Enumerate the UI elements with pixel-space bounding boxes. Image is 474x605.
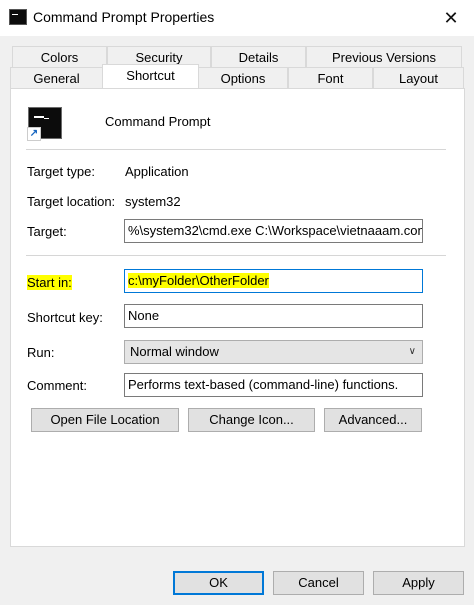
tab-general[interactable]: General <box>10 67 103 88</box>
tab-options[interactable]: Options <box>198 67 288 88</box>
title-bar: Command Prompt Properties ✕ <box>0 0 474 36</box>
run-select-value: Normal window <box>130 344 219 359</box>
shortcut-name: Command Prompt <box>105 114 211 129</box>
comment-label: Comment: <box>27 378 87 393</box>
shortcut-icon: ↗ <box>27 107 62 141</box>
shortcut-arrow-icon: ↗ <box>27 127 41 141</box>
change-icon-button[interactable]: Change Icon... <box>188 408 315 432</box>
command-prompt-app-icon <box>9 9 27 25</box>
target-type-value: Application <box>125 164 189 179</box>
tab-colors[interactable]: Colors <box>12 46 107 67</box>
start-in-value: c:\myFolder\OtherFolder <box>128 273 269 288</box>
cancel-button[interactable]: Cancel <box>273 571 364 595</box>
open-file-location-button[interactable]: Open File Location <box>31 408 179 432</box>
run-select[interactable]: Normal window ∨ <box>124 340 423 364</box>
tab-previous-versions[interactable]: Previous Versions <box>306 46 462 67</box>
chevron-down-icon: ∨ <box>408 346 416 357</box>
shortcut-key-label: Shortcut key: <box>27 310 103 325</box>
shortcut-key-field[interactable]: None <box>124 304 423 328</box>
divider <box>26 255 446 256</box>
run-label: Run: <box>27 345 55 360</box>
divider <box>26 149 446 150</box>
target-field[interactable]: %\system32\cmd.exe C:\Workspace\vietnaaa… <box>124 219 423 243</box>
start-in-label-text: Start in: <box>27 275 72 290</box>
close-icon[interactable]: ✕ <box>428 0 474 36</box>
window-title: Command Prompt Properties <box>33 9 215 25</box>
tab-font[interactable]: Font <box>288 67 373 88</box>
start-in-label: Start in: <box>27 275 72 290</box>
comment-field[interactable]: Performs text-based (command-line) funct… <box>124 373 423 397</box>
target-location-label: Target location: <box>27 194 116 209</box>
tab-details[interactable]: Details <box>211 46 306 67</box>
start-in-field[interactable]: c:\myFolder\OtherFolder <box>124 269 423 293</box>
tab-layout[interactable]: Layout <box>373 67 464 88</box>
ok-button[interactable]: OK <box>173 571 264 595</box>
target-type-label: Target type: <box>27 164 95 179</box>
target-label: Target: <box>27 224 67 239</box>
advanced-button[interactable]: Advanced... <box>324 408 422 432</box>
target-location-value: system32 <box>125 194 181 209</box>
apply-button[interactable]: Apply <box>373 571 464 595</box>
tab-shortcut[interactable]: Shortcut <box>102 64 199 88</box>
